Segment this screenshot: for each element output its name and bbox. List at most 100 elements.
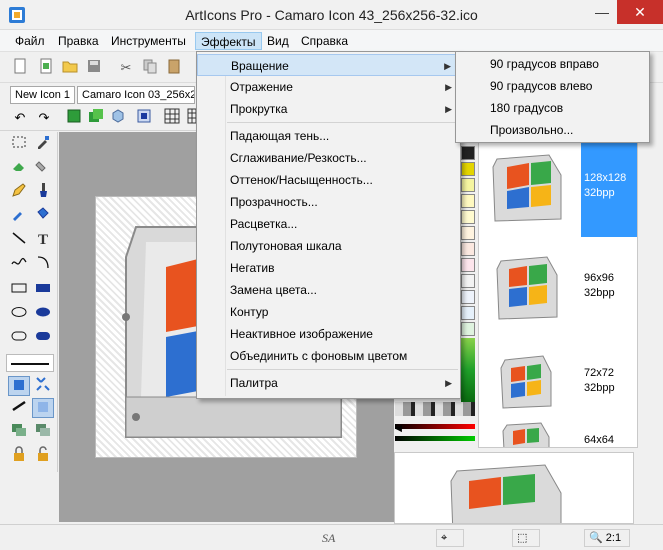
color-swatch[interactable] [461,242,475,256]
rounded-rect-filled-icon[interactable] [32,328,54,348]
menu-item-drop-shadow[interactable]: Падающая тень... [197,125,460,147]
menu-item-flip[interactable]: Отражение ▶ [197,76,460,98]
green-slider[interactable] [395,436,475,441]
pencil-icon[interactable] [8,182,30,202]
curve-icon[interactable] [8,254,30,274]
color-swatch[interactable] [461,306,475,320]
icon-format-row[interactable]: 96x96 32bpp [479,241,637,341]
color-swatch[interactable] [461,290,475,304]
layers-icon[interactable] [86,108,106,128]
color-swatch[interactable] [461,162,475,176]
rounded-rect-outline-icon[interactable] [8,328,30,348]
color-gradient[interactable] [461,338,475,402]
menu-item-blur-sharpen[interactable]: Сглаживание/Резкость... [197,147,460,169]
menu-tools[interactable]: Инструменты [106,32,191,50]
eyedropper-icon[interactable] [32,134,54,154]
color-palette-strip [460,132,476,402]
undo-icon[interactable]: ↶ [10,108,30,128]
icon-format-size: 128x128 [584,172,627,184]
icon-format-size: 96x96 [584,272,614,284]
zoom-indicator[interactable]: 🔍 2:1 [584,529,630,547]
color-swatch[interactable] [461,258,475,272]
fill-mode-icon[interactable] [8,376,30,396]
menu-help[interactable]: Справка [296,32,353,50]
layers-green-icon[interactable] [8,422,30,442]
pattern-swatches[interactable] [395,402,475,416]
close-button[interactable]: ✕ [617,0,663,24]
menu-item-outline[interactable]: Контур [197,301,460,323]
menu-item-rotate-180[interactable]: 180 градусов [456,97,649,119]
redo-icon[interactable]: ↷ [34,108,54,128]
menu-item-rotate-90-left[interactable]: 90 градусов влево [456,75,649,97]
tab-new-icon-1[interactable]: New Icon 1 [10,86,75,104]
rectangle-filled-icon[interactable] [32,280,54,300]
save-icon[interactable] [84,58,104,78]
rectangle-outline-icon[interactable] [8,280,30,300]
minimize-button[interactable]: — [588,0,616,24]
menu-view[interactable]: Вид [262,32,294,50]
menu-item-negative[interactable]: Негатив [197,257,460,279]
menu-item-palette[interactable]: Палитра ▶ [197,372,460,394]
line-width-selector[interactable] [6,354,54,372]
cut-icon[interactable]: ✂ [116,58,136,78]
menu-edit[interactable]: Правка [53,32,104,50]
menu-item-disabled-image[interactable]: Неактивное изображение [197,323,460,345]
menu-effects[interactable]: Эффекты [195,32,262,50]
copy-icon[interactable] [140,58,160,78]
menu-item-rotate-90-right[interactable]: 90 градусов вправо [456,53,649,75]
icon-format-depth: 32bpp [584,382,615,394]
layers-gray-icon[interactable] [32,422,54,442]
menu-file[interactable]: Файл [10,32,50,50]
layer-green-icon[interactable] [64,108,84,128]
open-folder-icon[interactable] [60,58,80,78]
ellipse-outline-icon[interactable] [8,304,30,324]
tab-camaro-icon[interactable]: Camaro Icon 03_256x256 [77,86,195,104]
line-icon[interactable] [8,230,30,250]
menu-item-grayscale[interactable]: Полутоновая шкала [197,235,460,257]
fill-icon[interactable] [32,158,54,178]
menu-item-replace-color[interactable]: Замена цвета... [197,279,460,301]
icon-format-row[interactable]: 64x64 [479,411,637,447]
unlock-icon[interactable] [32,446,54,466]
selection-frame-icon[interactable] [134,108,154,128]
solid-fill-icon[interactable] [32,398,54,418]
text-tool-icon[interactable]: T [32,230,54,250]
new-file-icon[interactable] [10,58,30,78]
cube-icon[interactable] [108,108,128,128]
slider-marker-icon[interactable]: ◀ [395,424,402,433]
submenu-arrow-icon: ▶ [445,82,452,92]
antialias-icon[interactable] [8,398,30,418]
paste-icon[interactable] [164,58,184,78]
menu-item-rotation[interactable]: Вращение ▶ [197,54,460,76]
lock-icon[interactable] [8,446,30,466]
new-image-icon[interactable] [36,58,56,78]
color-sliders: ◀ [395,402,475,452]
brush-icon[interactable] [32,182,54,202]
menu-item-hue-saturation[interactable]: Оттенок/Насыщенность... [197,169,460,191]
eraser-icon[interactable] [8,158,30,178]
menu-item-transparency[interactable]: Прозрачность... [197,191,460,213]
menu-item-rotate-custom[interactable]: Произвольно... [456,119,649,141]
menu-item-merge-background[interactable]: Объединить с фоновым цветом [197,345,460,367]
grid-icon[interactable] [162,108,182,128]
rotation-submenu: 90 градусов вправо 90 градусов влево 180… [455,51,650,143]
menu-item-colorize[interactable]: Расцветка... [197,213,460,235]
arc-icon[interactable] [32,254,54,274]
bucket-icon[interactable] [32,206,54,226]
color-swatch[interactable] [461,194,475,208]
red-slider[interactable] [395,424,475,429]
color-swatch[interactable] [461,178,475,192]
color-swatch[interactable] [461,274,475,288]
color-swatch[interactable] [461,226,475,240]
pattern-icon[interactable] [32,376,54,396]
spray-icon[interactable] [8,206,30,226]
icon-formats-list: 128x128 32bpp 96x96 32bpp 72x72 32bpp 64… [478,140,638,448]
color-swatch[interactable] [461,210,475,224]
icon-format-depth: 32bpp [584,287,615,299]
menu-item-scroll[interactable]: Прокрутка ▶ [197,98,460,120]
color-swatch[interactable] [461,322,475,336]
rect-select-icon[interactable] [8,134,30,154]
icon-format-row[interactable]: 128x128 32bpp [479,141,637,241]
color-swatch[interactable] [461,146,475,160]
ellipse-filled-icon[interactable] [32,304,54,324]
